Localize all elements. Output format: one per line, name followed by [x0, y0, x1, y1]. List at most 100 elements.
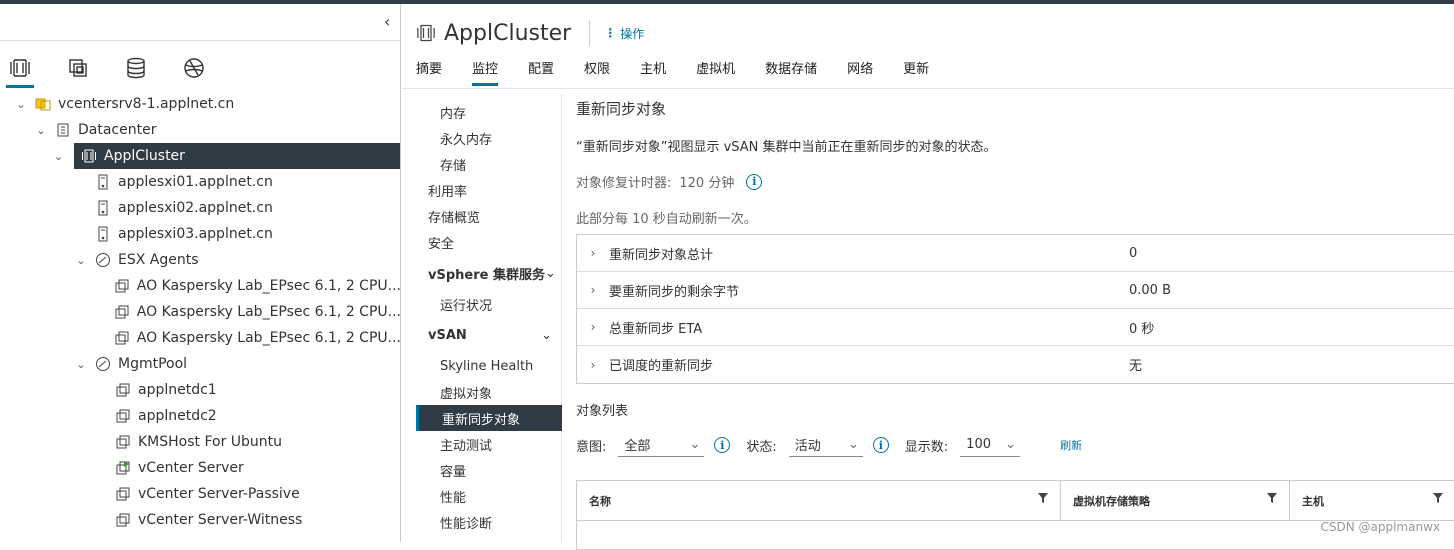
- subnav-item-virtual-objects[interactable]: 虚拟对象: [416, 379, 562, 405]
- chevron-down-icon[interactable]: ⌄: [54, 143, 63, 169]
- vm-icon: [114, 329, 131, 347]
- tree-node[interactable]: AO Kaspersky Lab_EPsec 6.1, 2 CPU...: [0, 299, 400, 325]
- chevron-right-icon[interactable]: ›: [577, 283, 609, 297]
- tree-node[interactable]: vCenter Server-Witness: [0, 507, 400, 533]
- tree-node-label: applnetdc2: [138, 408, 217, 424]
- divider: [402, 88, 1454, 89]
- chevron-down-icon: ⌄: [544, 265, 556, 281]
- page-title: ApplCluster: [444, 20, 572, 46]
- tree-node[interactable]: ⌄ Datacenter: [0, 117, 400, 143]
- show-count-select[interactable]: 100 ⌄: [960, 433, 1021, 457]
- tree-node-label: ApplCluster: [104, 148, 185, 164]
- tree-node[interactable]: applesxi01.applnet.cn: [0, 169, 400, 195]
- subnav-item-performance[interactable]: 性能: [416, 483, 562, 509]
- chevron-down-icon[interactable]: ⌄: [34, 124, 48, 137]
- column-header-label: 主机: [1302, 495, 1324, 508]
- intent-select[interactable]: 全部 ⌄: [618, 433, 705, 457]
- stack-row[interactable]: › 要重新同步的剩余字节 0.00 B: [577, 272, 1454, 309]
- subnav-item-storage-overview[interactable]: 存储概览: [416, 203, 562, 229]
- subnav-item-memory[interactable]: 内存: [416, 99, 562, 125]
- tab-permissions[interactable]: 权限: [584, 60, 610, 86]
- tree-node[interactable]: applesxi02.applnet.cn: [0, 195, 400, 221]
- chevron-right-icon[interactable]: ›: [577, 320, 609, 334]
- vm-running-icon: [114, 459, 132, 477]
- storage-tab[interactable]: [116, 52, 156, 84]
- tree-node-label: applesxi02.applnet.cn: [118, 200, 273, 216]
- filter-icon[interactable]: [1038, 493, 1048, 503]
- tab-networks[interactable]: 网络: [847, 60, 873, 86]
- chevron-down-icon[interactable]: ⌄: [74, 254, 88, 267]
- tree-node[interactable]: KMSHost For Ubuntu: [0, 429, 400, 455]
- tab-summary[interactable]: 摘要: [416, 60, 442, 86]
- hosts-clusters-tab[interactable]: [0, 52, 40, 88]
- subnav-item-proactive-tests[interactable]: 主动测试: [416, 431, 562, 457]
- chevron-right-icon[interactable]: ›: [577, 246, 609, 260]
- stack-row-label: 已调度的重新同步: [609, 359, 714, 374]
- tab-vms[interactable]: 虚拟机: [696, 60, 735, 86]
- tab-monitor[interactable]: 监控: [472, 60, 499, 86]
- tree-node[interactable]: applnetdc2: [0, 403, 400, 429]
- networking-tab[interactable]: [174, 52, 214, 84]
- state-select[interactable]: 活动 ⌄: [788, 433, 863, 457]
- subnav-item-security[interactable]: 安全: [416, 229, 562, 255]
- tree-node-selected[interactable]: ApplCluster: [74, 143, 400, 169]
- subnav-item-utilization[interactable]: 利用率: [416, 177, 562, 203]
- info-icon[interactable]: i: [746, 173, 763, 190]
- tree-node[interactable]: applnetdc1: [0, 377, 400, 403]
- chevron-down-icon: ⌄: [541, 327, 552, 343]
- chevron-down-icon: ⌄: [847, 437, 859, 452]
- subnav-item-storage[interactable]: 存储: [416, 151, 562, 177]
- filter-icon[interactable]: [1267, 493, 1277, 503]
- column-header-name[interactable]: 名称: [577, 481, 1061, 521]
- tree-node[interactable]: ⌄ ESX Agents: [0, 247, 400, 273]
- column-header-label: 虚拟机存储策略: [1073, 495, 1150, 508]
- state-value: 活动: [794, 439, 821, 454]
- section-description: “重新同步对象”视图显示 vSAN 集群中当前正在重新同步的对象的状态。: [576, 140, 997, 155]
- subnav-item-health[interactable]: 运行状况: [416, 291, 562, 317]
- filter-icon[interactable]: [1433, 493, 1443, 503]
- subnav-item-skyline-health[interactable]: Skyline Health: [416, 353, 562, 379]
- tab-updates[interactable]: 更新: [903, 60, 929, 86]
- subnav-group-vsan[interactable]: vSAN ⌄: [416, 322, 562, 348]
- subnav-item-persistent-memory[interactable]: 永久内存: [416, 125, 562, 151]
- tree-node[interactable]: ⌄ vcentersrv8-1.applnet.cn: [0, 91, 400, 117]
- tab-datastores[interactable]: 数据存储: [765, 60, 817, 86]
- chevron-down-icon[interactable]: ⌄: [14, 98, 28, 111]
- subnav-group-label: vSAN: [428, 327, 467, 343]
- divider: [0, 40, 400, 41]
- subnav-item-performance-diagnostics[interactable]: 性能诊断: [416, 509, 562, 535]
- column-header-host[interactable]: 主机: [1290, 481, 1454, 521]
- tree-node-label: AO Kaspersky Lab_EPsec 6.1, 2 CPU...: [136, 278, 401, 294]
- tab-configure[interactable]: 配置: [528, 60, 554, 86]
- stack-row[interactable]: › 重新同步对象总计 0: [577, 235, 1454, 272]
- watermark: CSDN @applmanwx: [1320, 520, 1440, 534]
- column-header-storage-policy[interactable]: 虚拟机存储策略: [1061, 481, 1290, 521]
- subnav-item-capacity[interactable]: 容量: [416, 457, 562, 483]
- stack-row[interactable]: › 已调度的重新同步 无: [577, 346, 1454, 383]
- vm-icon: [114, 277, 131, 295]
- tab-hosts[interactable]: 主机: [640, 60, 666, 86]
- tree-node[interactable]: vCenter Server: [0, 455, 400, 481]
- info-icon[interactable]: i: [714, 437, 731, 453]
- subnav-item-resyncing-objects[interactable]: 重新同步对象: [416, 405, 562, 431]
- resync-summary-stackview: › 重新同步对象总计 0 › 要重新同步的剩余字节 0.00 B › 总重新同步…: [576, 234, 1454, 384]
- vms-templates-tab[interactable]: [58, 52, 98, 84]
- tree-node[interactable]: ⌄ MgmtPool: [0, 351, 400, 377]
- tree-node-label: ESX Agents: [118, 252, 199, 268]
- refresh-button[interactable]: 刷新: [1060, 437, 1082, 453]
- chevron-right-icon[interactable]: ›: [577, 358, 609, 372]
- collapse-panel-button[interactable]: ‹: [384, 12, 390, 31]
- tree-node[interactable]: vCenter Server-Passive: [0, 481, 400, 507]
- tree-node-label: vCenter Server: [138, 460, 244, 476]
- subnav-group-vsphere-cluster-services[interactable]: vSphere 集群服务 ⌄: [416, 260, 562, 286]
- tree-node[interactable]: applesxi03.applnet.cn: [0, 221, 400, 247]
- kebab-icon: ⋮: [604, 26, 617, 40]
- tree-node[interactable]: AO Kaspersky Lab_EPsec 6.1, 2 CPU...: [0, 325, 400, 351]
- chevron-down-icon[interactable]: ⌄: [74, 358, 88, 371]
- stack-row[interactable]: › 总重新同步 ETA 0 秒: [577, 309, 1454, 346]
- info-icon[interactable]: i: [872, 437, 889, 453]
- tree-node[interactable]: AO Kaspersky Lab_EPsec 6.1, 2 CPU...: [0, 273, 401, 299]
- vm-icon: [114, 303, 131, 321]
- state-label: 状态:: [746, 439, 777, 455]
- actions-menu[interactable]: ⋮ 操作: [604, 25, 644, 42]
